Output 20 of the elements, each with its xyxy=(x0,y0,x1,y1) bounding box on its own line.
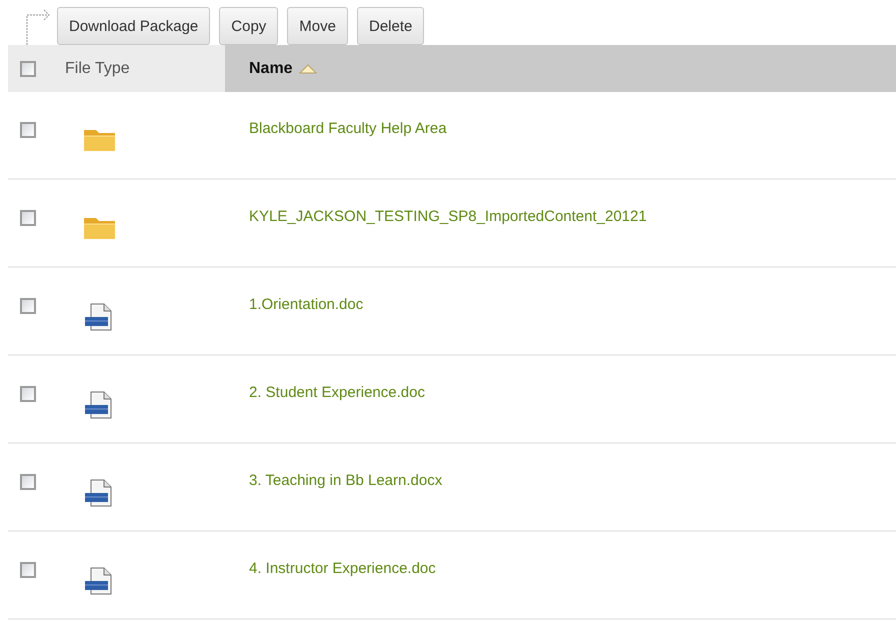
checkbox[interactable] xyxy=(20,60,36,76)
checkbox[interactable] xyxy=(20,386,36,402)
checkbox[interactable] xyxy=(20,562,36,578)
file-link[interactable]: 2. Student Experience.doc xyxy=(249,384,425,401)
file-link[interactable]: Blackboard Faculty Help Area xyxy=(249,120,447,137)
checkbox[interactable] xyxy=(20,122,36,138)
file-link[interactable]: 3. Teaching in Bb Learn.docx xyxy=(249,472,442,489)
toolbar-button[interactable]: Download Package xyxy=(57,7,210,45)
checkbox[interactable] xyxy=(20,210,36,226)
checkbox[interactable] xyxy=(20,474,36,490)
file-link[interactable]: 1.Orientation.doc xyxy=(249,296,364,313)
toolbar-button[interactable]: Copy xyxy=(219,7,278,45)
file-link[interactable]: KYLE_JACKSON_TESTING_SP8_ImportedContent_20121 xyxy=(249,208,647,225)
column-header[interactable]: Name xyxy=(225,45,896,92)
toolbar-button[interactable]: Delete xyxy=(356,7,424,45)
column-header[interactable]: File Type xyxy=(48,45,225,92)
checkbox[interactable] xyxy=(20,298,36,314)
toolbar-button[interactable]: Move xyxy=(287,7,348,45)
file-link[interactable]: 4. Instructor Experience.doc xyxy=(249,560,436,577)
sort-ascending-icon xyxy=(298,64,317,74)
